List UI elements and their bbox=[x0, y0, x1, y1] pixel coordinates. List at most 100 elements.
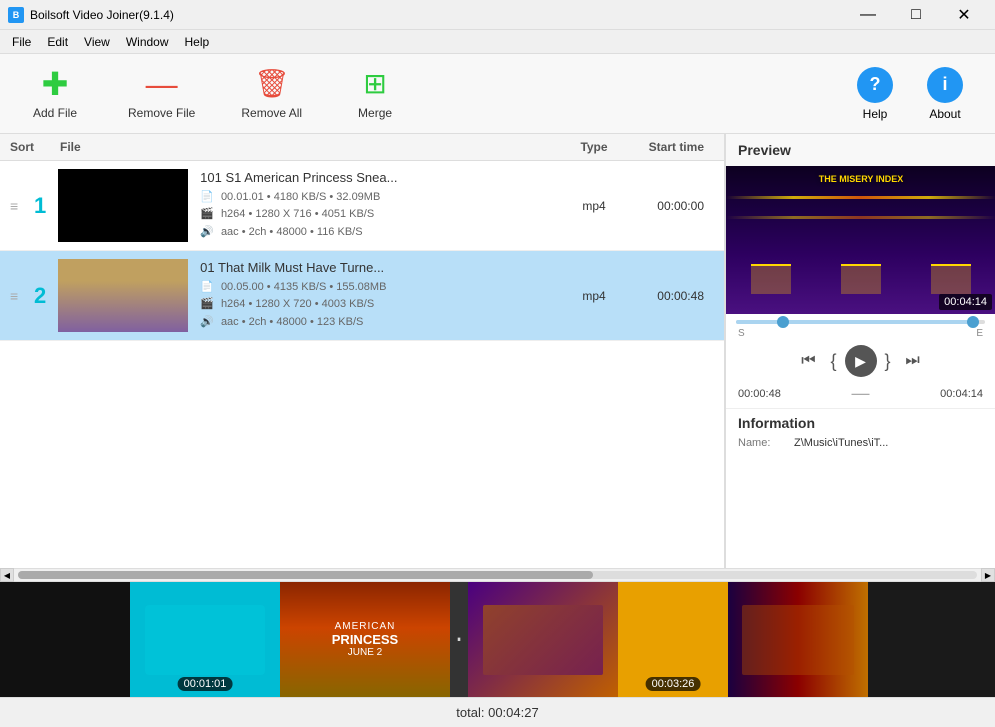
preview-title: Preview bbox=[726, 134, 995, 166]
close-button[interactable]: ✕ bbox=[941, 0, 987, 30]
help-label: Help bbox=[863, 107, 888, 121]
preview-panel: Preview THE MISERY INDEX 00:04:14 bbox=[725, 134, 995, 568]
remove-file-label: Remove File bbox=[128, 106, 195, 120]
play-button[interactable]: ▶ bbox=[845, 345, 877, 377]
scrubber-fill bbox=[736, 320, 973, 324]
merge-label: Merge bbox=[358, 106, 392, 120]
file-start-time-1: 00:00:00 bbox=[624, 199, 714, 213]
clip-time-gold: 00:03:26 bbox=[646, 677, 701, 691]
info-title: Information bbox=[738, 415, 983, 431]
doc-icon: 📄 bbox=[200, 281, 214, 293]
file-meta-2a: 📄 00.05.00 • 4135 KB/S • 155.08MB bbox=[200, 279, 564, 297]
file-list-header: Sort File Type Start time bbox=[0, 134, 724, 161]
timeline-clip-princess[interactable]: AMERICAN PRINCESS JUNE 2 bbox=[280, 582, 450, 697]
main-content: Sort File Type Start time ≡ 1 101 S1 Ame… bbox=[0, 134, 995, 568]
menu-file[interactable]: File bbox=[4, 33, 39, 51]
preview-content: THE MISERY INDEX bbox=[726, 166, 995, 314]
time-separator: — bbox=[852, 383, 870, 404]
video-icon: 🎬 bbox=[200, 208, 214, 220]
file-info-2: 01 That Milk Must Have Turne... 📄 00.05.… bbox=[200, 260, 564, 332]
app-icon: B bbox=[8, 7, 24, 23]
col-header-type: Type bbox=[564, 140, 624, 154]
timeline: 00:01:01 AMERICAN PRINCESS JUNE 2 ⏸ 00:0… bbox=[0, 582, 995, 697]
col-header-time: Start time bbox=[624, 140, 714, 154]
help-icon: ? bbox=[857, 67, 893, 103]
info-name-label: Name: bbox=[738, 437, 788, 449]
file-type-2: mp4 bbox=[564, 289, 624, 303]
timeline-clip-game2[interactable] bbox=[728, 582, 868, 697]
scrollbar-left-arrow[interactable]: ◀ bbox=[0, 568, 14, 582]
scrollbar-thumb[interactable] bbox=[18, 571, 593, 579]
thumbnail-1 bbox=[58, 169, 188, 242]
misery-index-text: THE MISERY INDEX bbox=[819, 174, 904, 184]
audio-icon: 🔊 bbox=[200, 226, 214, 238]
row-number: 2 bbox=[22, 283, 58, 309]
app-title: Boilsoft Video Joiner(9.1.4) bbox=[30, 8, 174, 22]
podium-area bbox=[726, 264, 995, 294]
scrubber-end-thumb[interactable] bbox=[967, 316, 979, 328]
about-label: About bbox=[929, 107, 960, 121]
minimize-button[interactable]: — bbox=[845, 0, 891, 30]
remove-file-button[interactable]: — Remove File bbox=[120, 64, 203, 124]
scrollbar-track[interactable] bbox=[18, 571, 977, 579]
scrollbar-right-arrow[interactable]: ▶ bbox=[981, 568, 995, 582]
help-button[interactable]: ? Help bbox=[845, 63, 905, 125]
file-meta-1a: 📄 00.01.01 • 4180 KB/S • 32.09MB bbox=[200, 189, 564, 207]
col-header-sort: Sort bbox=[10, 140, 60, 154]
info-section: Information Name: Z\Music\iTunes\iT... bbox=[726, 408, 995, 568]
audio-icon: 🔊 bbox=[200, 316, 214, 328]
mark-out-button[interactable]: } bbox=[885, 351, 891, 372]
preview-time-overlay: 00:04:14 bbox=[939, 294, 992, 310]
timeline-clip-gold[interactable]: 00:03:26 bbox=[618, 582, 728, 697]
preview-video[interactable]: THE MISERY INDEX 00:04:14 bbox=[726, 166, 995, 314]
skip-back-button[interactable]: ⏮ bbox=[794, 347, 822, 375]
title-bar-controls: — □ ✕ bbox=[845, 0, 987, 30]
mark-in-button[interactable]: { bbox=[830, 351, 836, 372]
timeline-clip-cyan[interactable]: 00:01:01 bbox=[130, 582, 280, 697]
scrubber-area[interactable]: S E bbox=[726, 314, 995, 341]
clip-time-cyan: 00:01:01 bbox=[178, 677, 233, 691]
menu-edit[interactable]: Edit bbox=[39, 33, 76, 51]
start-label: S bbox=[738, 328, 745, 339]
scrubber-start-thumb[interactable] bbox=[777, 316, 789, 328]
timeline-clip-pause: ⏸ bbox=[450, 582, 468, 697]
add-file-button[interactable]: ✚ Add File bbox=[20, 64, 90, 124]
about-icon: i bbox=[927, 67, 963, 103]
file-meta-1c: 🔊 aac • 2ch • 48000 • 116 KB/S bbox=[200, 224, 564, 242]
timeline-clip-black[interactable] bbox=[0, 582, 130, 697]
podium-3 bbox=[931, 264, 971, 294]
scrollbar-area: ◀ ▶ bbox=[0, 568, 995, 582]
time-display: 00:00:48 — 00:04:14 bbox=[726, 381, 995, 408]
about-button[interactable]: i About bbox=[915, 63, 975, 125]
maximize-button[interactable]: □ bbox=[893, 0, 939, 30]
light-strip-2 bbox=[726, 216, 995, 219]
thumb-person bbox=[58, 259, 188, 332]
skip-forward-button[interactable]: ⏭ bbox=[899, 347, 927, 375]
file-info-1: 101 S1 American Princess Snea... 📄 00.01… bbox=[200, 170, 564, 242]
col-header-file: File bbox=[60, 140, 564, 154]
scrubber-track[interactable] bbox=[736, 320, 985, 324]
file-meta-1b: 🎬 h264 • 1280 X 716 • 4051 KB/S bbox=[200, 206, 564, 224]
end-time: 00:04:14 bbox=[940, 388, 983, 400]
merge-button[interactable]: ⊞ Merge bbox=[340, 63, 410, 124]
timeline-clip-game1[interactable] bbox=[468, 582, 618, 697]
remove-all-icon: 🗑 bbox=[254, 67, 290, 100]
video-icon: 🎬 bbox=[200, 298, 214, 310]
menu-window[interactable]: Window bbox=[118, 33, 177, 51]
toolbar-right: ? Help i About bbox=[845, 63, 975, 125]
menu-view[interactable]: View bbox=[76, 33, 118, 51]
remove-all-button[interactable]: 🗑 Remove All bbox=[233, 63, 310, 124]
file-start-time-2: 00:00:48 bbox=[624, 289, 714, 303]
current-time: 00:00:48 bbox=[738, 388, 781, 400]
table-row[interactable]: ≡ 1 101 S1 American Princess Snea... 📄 0… bbox=[0, 161, 724, 251]
remove-all-label: Remove All bbox=[241, 106, 302, 120]
title-bar: B Boilsoft Video Joiner(9.1.4) — □ ✕ bbox=[0, 0, 995, 30]
menu-help[interactable]: Help bbox=[177, 33, 218, 51]
add-file-label: Add File bbox=[33, 106, 77, 120]
row-number: 1 bbox=[22, 193, 58, 219]
light-strip-1 bbox=[726, 196, 995, 199]
table-row[interactable]: ≡ 2 01 That Milk Must Have Turne... 📄 00… bbox=[0, 251, 724, 341]
file-meta-2b: 🎬 h264 • 1280 X 720 • 4003 KB/S bbox=[200, 296, 564, 314]
add-file-icon: ✚ bbox=[42, 68, 69, 100]
file-meta-2c: 🔊 aac • 2ch • 48000 • 123 KB/S bbox=[200, 314, 564, 332]
